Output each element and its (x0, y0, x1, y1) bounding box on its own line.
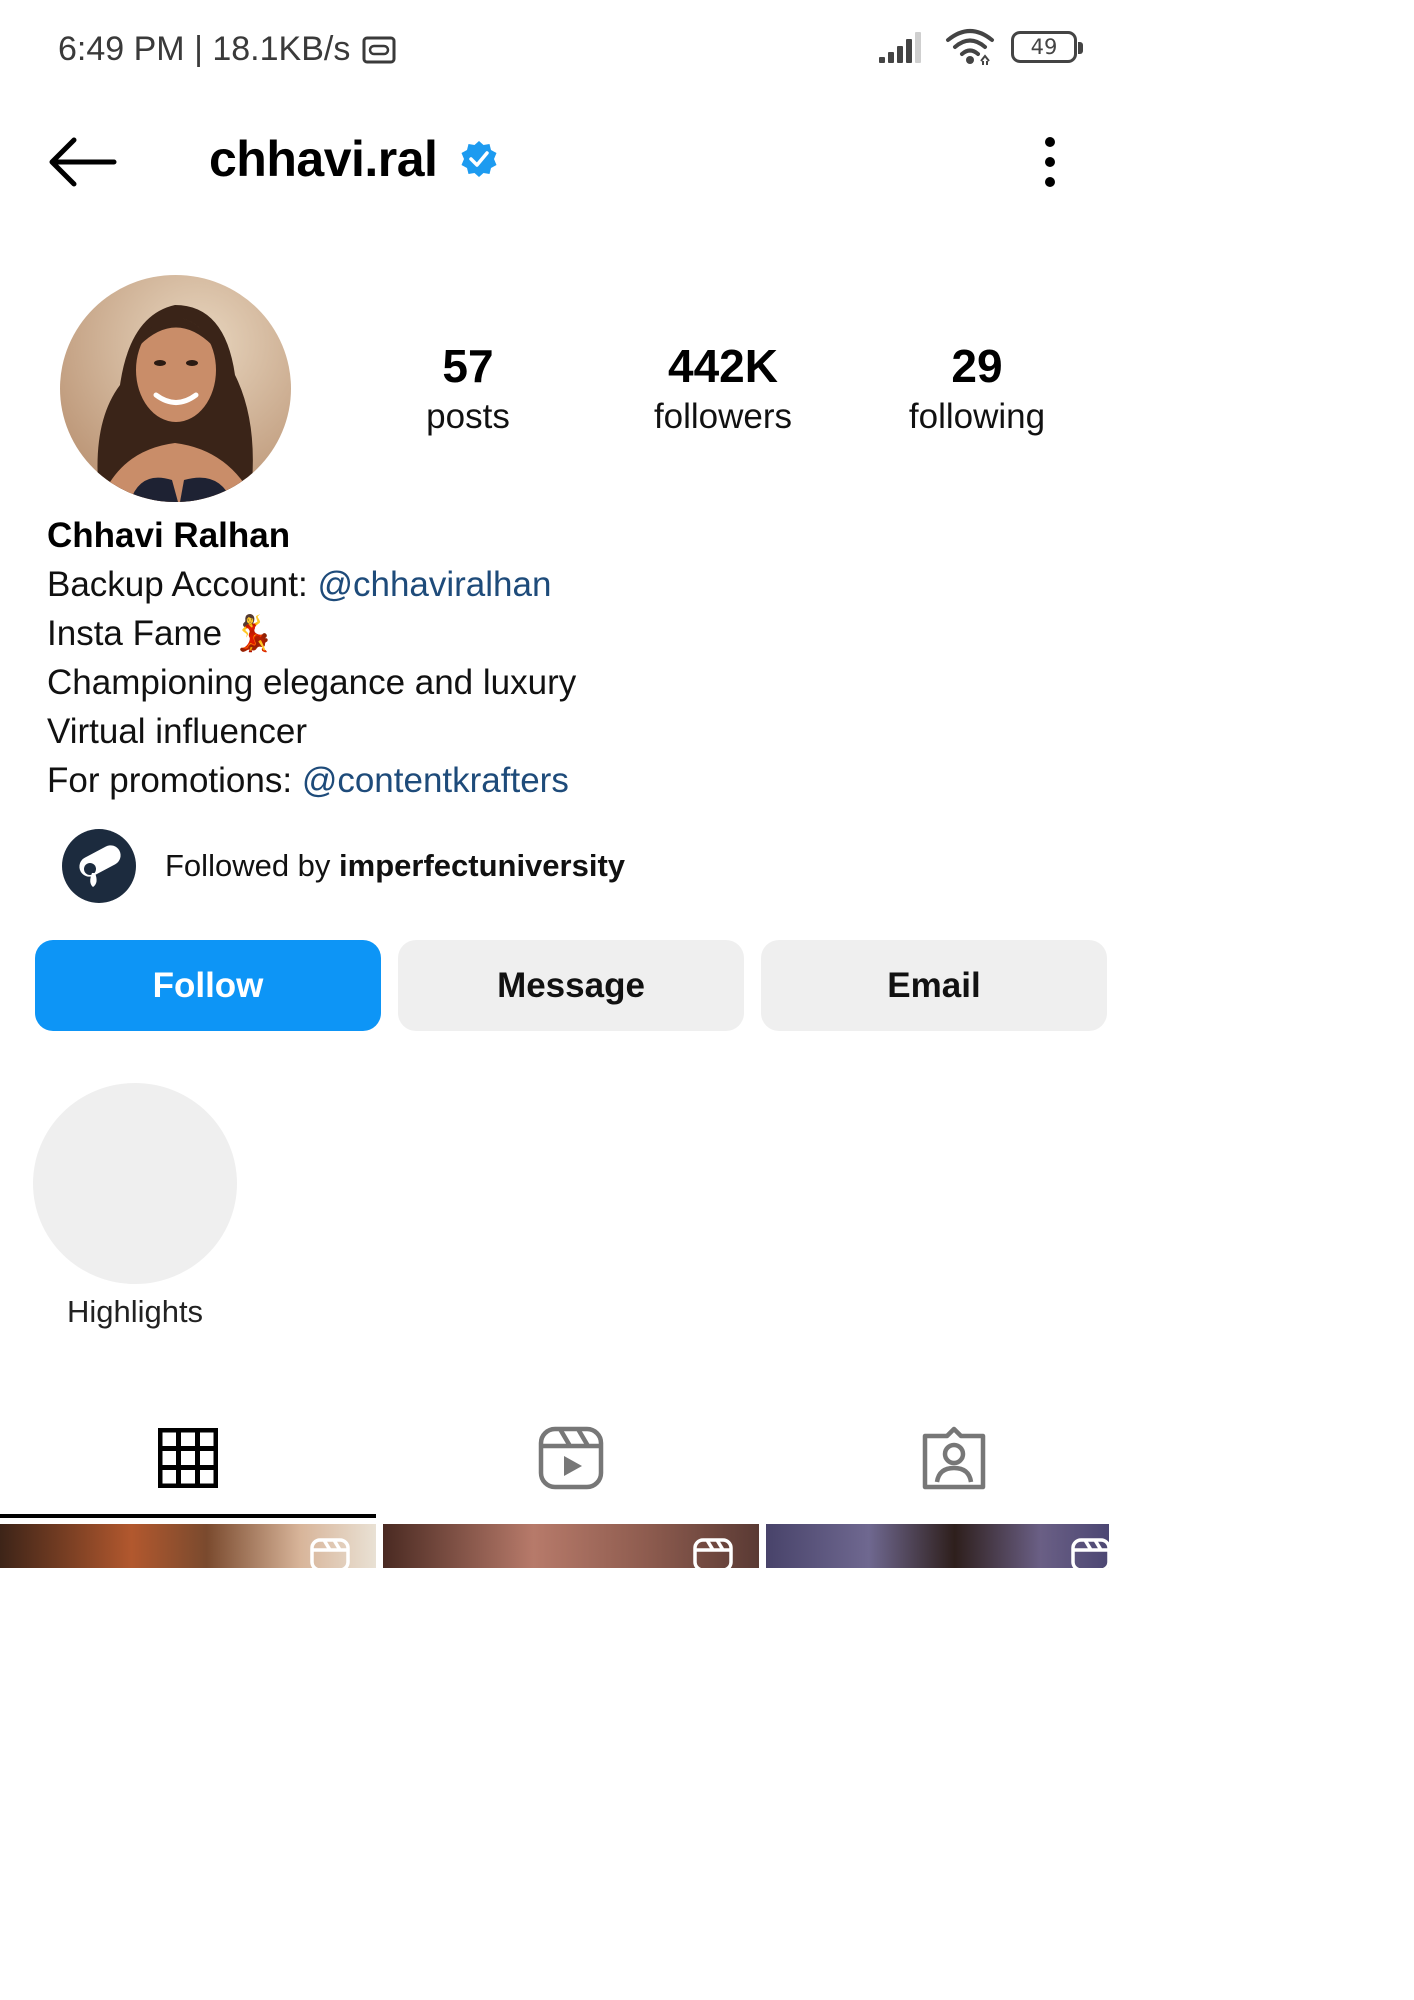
verified-badge-icon (461, 141, 497, 177)
profile-avatar[interactable] (60, 275, 291, 502)
posts-label: posts (426, 397, 510, 436)
reel-badge-icon (1071, 1538, 1109, 1568)
mutual-follower-avatar (62, 829, 136, 903)
followed-by-text: Followed by imperfectuniversity (165, 848, 625, 884)
reels-icon (538, 1426, 604, 1489)
post-thumbnail[interactable] (383, 1524, 759, 1568)
bio-virtual: Virtual influencer (47, 712, 308, 751)
post-thumbnail[interactable] (766, 1524, 1109, 1568)
status-bar: 6:49 PM | 18.1KB/s 49 (0, 0, 1109, 100)
profile-bio: Chhavi Ralhan Backup Account: @chhaviral… (47, 512, 1077, 805)
profile-header: chhavi.ral (0, 110, 1109, 210)
followers-label: followers (653, 397, 793, 436)
followed-by[interactable]: Followed by imperfectuniversity (62, 829, 625, 903)
bio-promo-line: For promotions: @contentkrafters (47, 756, 1077, 805)
followers-count: 442K (668, 340, 778, 392)
follow-button[interactable]: Follow (35, 940, 381, 1031)
backup-account-link[interactable]: @chhaviralhan (317, 565, 551, 604)
avatar-photo (60, 275, 291, 502)
username-wrap: chhavi.ral (209, 130, 499, 188)
status-right: 49 (877, 28, 1083, 66)
posts-count: 57 (442, 340, 494, 392)
highlight-label: Highlights (66, 1294, 204, 1329)
post-thumbnail[interactable] (0, 1524, 376, 1568)
screen-record-icon (362, 36, 396, 63)
tagged-icon (922, 1426, 986, 1489)
wifi-icon (946, 29, 994, 65)
bio-backup-prefix: Backup Account: (47, 565, 318, 604)
battery-icon: 49 (1011, 31, 1083, 63)
bio-insta-fame: Insta Fame 💃 (47, 614, 276, 653)
profile-tabs (0, 1395, 1109, 1520)
highlight-circle (33, 1083, 237, 1284)
more-options-button[interactable] (1030, 132, 1070, 192)
status-time-speed: 6:49 PM | 18.1KB/s (58, 30, 351, 68)
page-title: chhavi.ral (209, 131, 438, 187)
back-button[interactable] (44, 132, 120, 192)
highlight-item[interactable]: Highlights (33, 1083, 237, 1330)
posts-stat[interactable]: 57 posts (348, 338, 588, 440)
kebab-menu-icon (1045, 137, 1055, 187)
mutual-follower-logo-icon (79, 845, 121, 887)
bio-promo-prefix: For promotions: (47, 761, 302, 800)
signal-icon (879, 32, 921, 63)
reel-badge-icon (693, 1538, 733, 1568)
back-arrow-icon (49, 137, 117, 187)
followed-by-prefix: Followed by (165, 848, 340, 883)
bio-championing: Championing elegance and luxury (47, 663, 577, 702)
followed-by-account[interactable]: imperfectuniversity (339, 848, 625, 883)
following-stat[interactable]: 29 following (857, 338, 1097, 440)
following-label: following (908, 397, 1046, 436)
bio-backup-line: Backup Account: @chhaviralhan (47, 560, 1077, 609)
followers-stat[interactable]: 442K followers (603, 338, 843, 440)
reel-badge-icon (310, 1538, 350, 1568)
tab-reels[interactable] (383, 1395, 759, 1520)
email-button[interactable]: Email (761, 940, 1107, 1031)
message-button[interactable]: Message (398, 940, 744, 1031)
tab-tagged[interactable] (766, 1395, 1142, 1520)
active-tab-indicator (0, 1514, 376, 1518)
profile-stats: 57 posts 442K followers 29 following (340, 338, 1109, 448)
battery-level: 49 (1030, 35, 1058, 59)
tab-posts-grid[interactable] (0, 1395, 376, 1520)
display-name: Chhavi Ralhan (47, 516, 291, 555)
following-count: 29 (951, 340, 1003, 392)
grid-icon (158, 1427, 218, 1488)
status-left: 6:49 PM | 18.1KB/s (58, 30, 396, 69)
promotions-link[interactable]: @contentkrafters (302, 761, 569, 800)
